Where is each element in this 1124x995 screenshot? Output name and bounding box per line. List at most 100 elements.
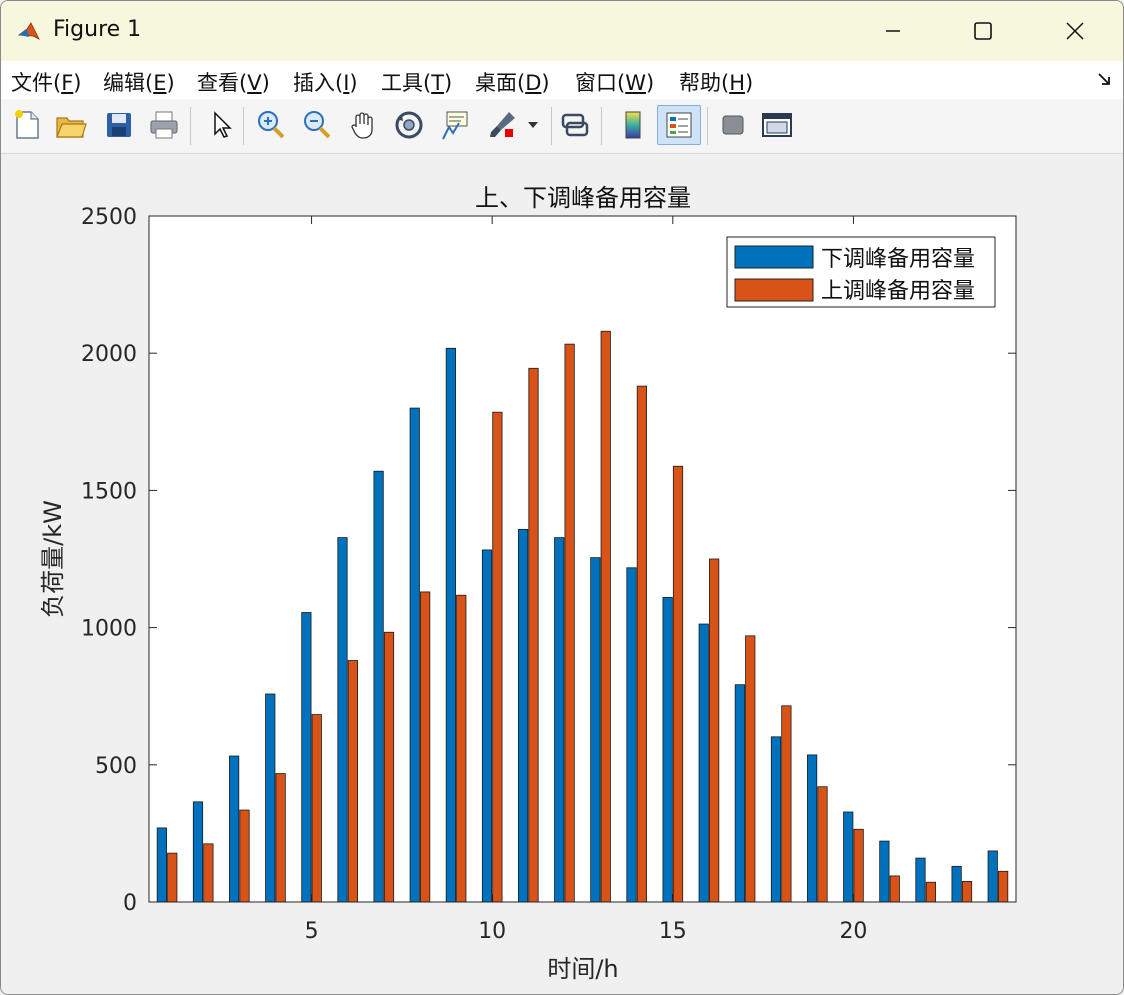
print-icon[interactable] — [146, 107, 182, 143]
legend-label-up: 上调峰备用容量 — [821, 279, 975, 304]
bar-down-1 — [156, 827, 167, 903]
toolbar-separator — [707, 107, 708, 145]
bar-up-14 — [636, 385, 647, 903]
toolbar — [1, 99, 1123, 154]
brush-icon[interactable] — [485, 107, 521, 143]
pointer-icon[interactable] — [203, 107, 239, 143]
bar-up-3 — [239, 809, 250, 903]
bar-down-13 — [590, 557, 601, 903]
bar-down-17 — [734, 684, 745, 903]
x-tick-label: 10 — [478, 919, 506, 944]
maximize-icon — [974, 22, 992, 40]
bar-up-15 — [672, 465, 684, 903]
x-tick-label: 5 — [305, 919, 319, 944]
minimize-button[interactable] — [863, 11, 923, 51]
title-bar: Figure 1 — [1, 1, 1123, 61]
bar-down-7 — [373, 470, 384, 903]
bar-up-22 — [925, 881, 936, 903]
menu-file[interactable]: 文件(F) — [11, 67, 82, 97]
bar-down-22 — [915, 857, 926, 903]
bar-down-14 — [626, 567, 637, 903]
y-tick-label: 2000 — [81, 342, 137, 367]
bar-up-24 — [998, 870, 1009, 903]
close-button[interactable] — [1045, 11, 1105, 51]
legend-icon[interactable] — [657, 105, 701, 145]
legend-swatch-up — [734, 278, 814, 302]
hide-tools-icon[interactable] — [715, 107, 751, 143]
y-tick-label: 1500 — [81, 479, 137, 504]
bar-down-3 — [229, 755, 240, 903]
bar-up-5 — [311, 714, 322, 903]
bar-up-9 — [456, 594, 467, 903]
x-tick-label: 20 — [839, 919, 867, 944]
legend[interactable]: 下调峰备用容量 上调峰备用容量 — [726, 236, 996, 308]
bar-up-19 — [817, 786, 828, 903]
y-tick-label: 500 — [95, 754, 137, 779]
menu-help[interactable]: 帮助(H) — [679, 67, 753, 97]
bar-up-7 — [383, 631, 395, 903]
bar-down-11 — [518, 528, 529, 903]
menu-edit[interactable]: 编辑(E) — [103, 67, 175, 97]
bar-down-21 — [879, 840, 890, 903]
menu-desktop[interactable]: 桌面(D) — [475, 67, 550, 97]
undock-arrow-icon[interactable] — [1097, 71, 1113, 91]
dock-icon[interactable] — [759, 107, 795, 143]
bar-up-6 — [347, 660, 358, 903]
menu-view[interactable]: 查看(V) — [197, 67, 270, 97]
bar-up-12 — [564, 343, 575, 903]
bar-down-5 — [301, 612, 312, 903]
bar-down-19 — [807, 754, 818, 903]
brush-dropdown-icon[interactable] — [523, 107, 543, 143]
bar-down-12 — [554, 537, 565, 903]
link-plot-icon[interactable] — [557, 107, 593, 143]
menu-insert[interactable]: 插入(I) — [293, 67, 358, 97]
menu-tools[interactable]: 工具(T) — [381, 67, 452, 97]
menu-bar: 文件(F) 编辑(E) 查看(V) 插入(I) 工具(T) 桌面(D) 窗口(W… — [1, 61, 1123, 99]
bar-down-8 — [409, 407, 420, 903]
new-file-icon[interactable] — [9, 107, 45, 143]
y-tick-label: 2500 — [81, 205, 137, 230]
bar-down-16 — [698, 623, 709, 903]
legend-label-down: 下调峰备用容量 — [821, 247, 975, 272]
bar-up-2 — [203, 843, 214, 903]
bar-down-20 — [843, 811, 854, 903]
bar-up-21 — [889, 875, 900, 903]
colorbar-icon[interactable] — [615, 107, 651, 143]
toolbar-separator — [601, 107, 602, 145]
bar-up-8 — [420, 591, 431, 903]
y-tick-label: 0 — [123, 891, 137, 916]
bar-up-23 — [961, 881, 973, 903]
rotate-3d-icon[interactable] — [391, 107, 427, 143]
y-axis-label: 负荷量/kW — [39, 500, 67, 618]
menu-window[interactable]: 窗口(W) — [575, 67, 654, 97]
y-tick-label: 1000 — [81, 617, 137, 642]
pan-hand-icon[interactable] — [345, 107, 381, 143]
legend-swatch-down — [734, 245, 814, 269]
bar-up-4 — [275, 773, 286, 903]
maximize-button[interactable] — [953, 11, 1013, 51]
window-title: Figure 1 — [53, 17, 142, 42]
bar-up-20 — [853, 828, 864, 903]
bar-chart: 0 500 1000 1500 2000 2500 5 10 15 20 上、下调峰备用容量 时间… — [39, 184, 1017, 983]
chart-title: 上、下调峰备用容量 — [475, 184, 691, 212]
toolbar-separator — [190, 107, 191, 145]
figure-window: Figure 1 文件(F) 编辑(E) 查看(V) 插入(I) 工具(T) 桌… — [0, 0, 1124, 995]
bar-down-23 — [951, 865, 962, 903]
bar-down-9 — [445, 347, 456, 903]
open-folder-icon[interactable] — [53, 107, 89, 143]
toolbar-separator — [243, 107, 244, 145]
zoom-out-icon[interactable] — [299, 107, 335, 143]
bar-up-11 — [528, 367, 539, 903]
bar-up-13 — [600, 330, 611, 903]
zoom-in-icon[interactable] — [253, 107, 289, 143]
data-tips-icon[interactable] — [437, 107, 473, 143]
x-tick-label: 15 — [659, 919, 687, 944]
bar-down-18 — [770, 736, 782, 903]
figure-canvas: 0 500 1000 1500 2000 2500 5 10 15 20 上、下调峰备用容量 时间… — [1, 154, 1123, 994]
close-icon — [1066, 22, 1084, 40]
bar-up-1 — [167, 852, 178, 903]
save-icon[interactable] — [101, 107, 137, 143]
bar-up-16 — [709, 558, 720, 903]
bar-down-2 — [192, 801, 204, 903]
bar-up-18 — [781, 705, 792, 903]
